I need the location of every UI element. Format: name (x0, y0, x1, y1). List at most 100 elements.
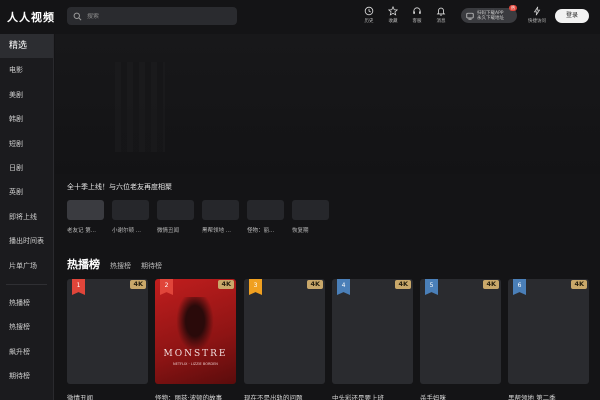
search-bar[interactable] (67, 7, 237, 25)
tab-search-rank[interactable]: 热搜榜 (110, 261, 131, 271)
rank-badge: 3 (249, 279, 262, 295)
app-download-line1: 扫码下载APP (477, 10, 504, 16)
thumb-label: 小谢尔顿 ... (112, 228, 141, 234)
sidebar-item-hot-rank[interactable]: 热播榜 (0, 291, 53, 315)
poster: 5 4K (420, 279, 501, 384)
card-title: 杀手妈咪 (420, 394, 446, 400)
messages-label: 消息 (436, 19, 446, 24)
thumb-label: 老友记 第... (67, 228, 96, 234)
banner-thumb[interactable]: 微情丑闻 (157, 200, 194, 234)
card-title: 中头彩还是要上班 (332, 394, 384, 400)
sidebar: 精选 电影 美剧 韩剧 短剧 日剧 英剧 即将上线 播出时间表 片单广场 热播榜… (0, 34, 54, 400)
sidebar-item-featured[interactable]: 精选 (0, 34, 53, 59)
tab-expected-rank[interactable]: 期待榜 (141, 261, 162, 271)
banner-title[interactable]: 全十季上线！与六位老友再度相聚 (67, 182, 172, 192)
app-download-line2: 永久下载地址 (477, 15, 504, 21)
card-title: 黑帮领地 第二季 (508, 394, 556, 400)
support-label: 客服 (412, 19, 422, 24)
sidebar-item-us-drama[interactable]: 美剧 (0, 83, 53, 107)
banner-thumb[interactable]: 恢复期 (292, 200, 329, 234)
support-button[interactable]: 客服 (406, 6, 428, 24)
banner-thumb[interactable]: 黑帮领地 ... (202, 200, 239, 234)
tab-hot-rank[interactable]: 热播榜 (67, 256, 100, 272)
rank-tabs: 热播榜 热搜榜 期待榜 (67, 256, 172, 272)
app-download-text: 扫码下载APP 永久下载地址 (477, 11, 504, 21)
thumb-image (112, 200, 149, 220)
ranking-card[interactable]: 5 4K 杀手妈咪 (420, 279, 501, 400)
sidebar-item-uk-drama[interactable]: 英剧 (0, 180, 53, 204)
sidebar-item-jp-drama[interactable]: 日剧 (0, 156, 53, 180)
top-header: 人人视频 历史 收藏 客服 消息 扫码下载APP 永久下载地址 热 快捷访问 登… (0, 0, 600, 34)
ranking-card[interactable]: 6 4K 黑帮领地 第二季 (508, 279, 589, 400)
poster: 1 4K (67, 279, 148, 384)
tv-icon (466, 12, 474, 20)
thumb-label: 怪物：丽... (247, 228, 275, 234)
quality-badge: 4K (483, 280, 499, 289)
sidebar-item-kr-drama[interactable]: 韩剧 (0, 107, 53, 131)
quality-badge: 4K (130, 280, 146, 289)
quality-badge: 4K (571, 280, 587, 289)
ranking-card[interactable]: 4 4K 中头彩还是要上班 (332, 279, 413, 400)
sidebar-item-movies[interactable]: 电影 (0, 58, 53, 82)
headset-icon (413, 7, 421, 14)
sidebar-item-expected-rank[interactable]: 期待榜 (0, 364, 53, 388)
quality-badge: 4K (395, 280, 411, 289)
ranking-card[interactable]: 1 4K 微情丑闻 (67, 279, 148, 400)
ranking-card[interactable]: MONSTRE NETFLIX · LIZZIE BORDEN 2 4K 怪物：… (155, 279, 236, 400)
banner-thumb[interactable]: 老友记 第... (67, 200, 104, 234)
sidebar-item-search-rank[interactable]: 热搜榜 (0, 315, 53, 339)
sidebar-item-short-drama[interactable]: 短剧 (0, 132, 53, 156)
hero-banner[interactable] (55, 34, 600, 174)
banner-artwork (115, 62, 165, 152)
ranking-card[interactable]: 3 4K 现在不是出轨的问题 (244, 279, 325, 400)
quick-access-label: 快捷访问 (528, 19, 546, 24)
rank-badge: 4 (337, 279, 350, 295)
thumb-label: 黑帮领地 ... (202, 228, 231, 234)
ranking-list: 1 4K 微情丑闻 MONSTRE NETFLIX · LIZZIE BORDE… (67, 279, 600, 400)
poster-figure (173, 297, 217, 357)
rank-badge: 1 (72, 279, 85, 295)
banner-thumb[interactable]: 小谢尔顿 ... (112, 200, 149, 234)
login-button[interactable]: 登录 (555, 9, 589, 23)
sidebar-divider (6, 283, 47, 285)
card-title: 微情丑闻 (67, 394, 93, 400)
favorites-label: 收藏 (388, 19, 398, 24)
search-input[interactable] (87, 12, 227, 20)
hot-badge: 热 (509, 5, 517, 11)
banner-thumbnails: 老友记 第... 小谢尔顿 ... 微情丑闻 黑帮领地 ... 怪物：丽... … (67, 200, 397, 236)
main-content: 全十季上线！与六位老友再度相聚 老友记 第... 小谢尔顿 ... 微情丑闻 黑… (55, 34, 600, 400)
sidebar-item-schedule[interactable]: 播出时间表 (0, 229, 53, 253)
rank-badge: 6 (513, 279, 526, 295)
messages-button[interactable]: 消息 (430, 6, 452, 24)
quality-badge: 4K (307, 280, 323, 289)
poster-subtitle: NETFLIX · LIZZIE BORDEN (173, 362, 218, 366)
lightning-icon (533, 6, 541, 16)
card-title: 现在不是出轨的问题 (244, 394, 303, 400)
poster-title: MONSTRE (163, 349, 228, 359)
rank-badge: 2 (160, 279, 173, 295)
poster: 6 4K (508, 279, 589, 384)
favorites-button[interactable]: 收藏 (382, 6, 404, 24)
sidebar-item-rising-rank[interactable]: 飙升榜 (0, 340, 53, 364)
poster: 3 4K (244, 279, 325, 384)
thumb-image (157, 200, 194, 220)
sidebar-item-playlists[interactable]: 片单广场 (0, 254, 53, 278)
poster: 4 4K (332, 279, 413, 384)
history-icon (364, 6, 374, 16)
thumb-image (67, 200, 104, 220)
quick-access-button[interactable]: 快捷访问 (525, 6, 549, 24)
thumb-image (292, 200, 329, 220)
banner-thumb[interactable]: 怪物：丽... (247, 200, 284, 234)
sidebar-item-coming-soon[interactable]: 即将上线 (0, 205, 53, 229)
app-download-button[interactable]: 扫码下载APP 永久下载地址 热 (461, 5, 517, 23)
thumb-image (247, 200, 284, 220)
rank-badge: 5 (425, 279, 438, 295)
star-icon (388, 6, 398, 16)
search-icon (73, 12, 82, 20)
history-label: 历史 (364, 19, 374, 24)
quality-badge: 4K (218, 280, 234, 289)
thumb-label: 恢复期 (292, 228, 309, 234)
history-button[interactable]: 历史 (358, 6, 380, 24)
app-logo[interactable]: 人人视频 (7, 9, 55, 25)
bell-icon (436, 7, 446, 16)
